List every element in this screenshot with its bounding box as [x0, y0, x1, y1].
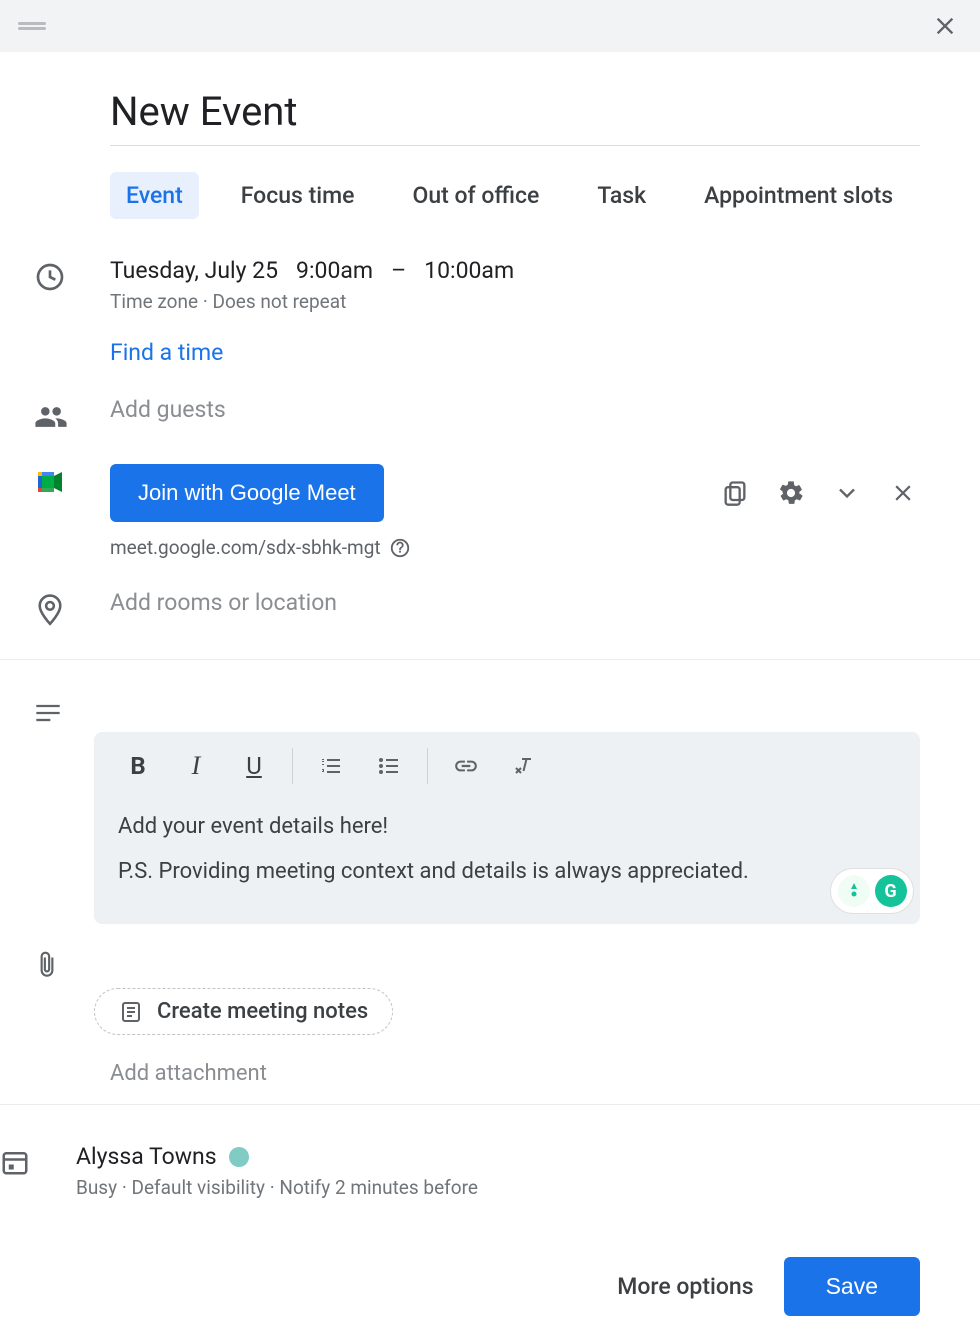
calendar-owner[interactable]: Alyssa Towns — [76, 1143, 217, 1170]
close-icon[interactable] — [928, 9, 962, 43]
chevron-down-icon[interactable] — [830, 476, 864, 510]
italic-button[interactable]: I — [176, 746, 216, 786]
event-type-tabs: Event Focus time Out of office Task Appo… — [34, 146, 920, 249]
description-box: B I U Add your event details here! P.S. … — [94, 732, 920, 924]
guests-icon — [34, 396, 110, 434]
tab-focus-time[interactable]: Focus time — [225, 172, 371, 219]
time-separator: – — [391, 257, 406, 284]
grammarly-widget[interactable]: G — [830, 868, 914, 914]
tab-task[interactable]: Task — [581, 172, 662, 219]
find-a-time-link[interactable]: Find a time — [110, 339, 920, 366]
attachment-icon — [34, 942, 94, 980]
google-meet-icon — [34, 464, 110, 496]
more-options-button[interactable]: More options — [617, 1273, 753, 1300]
save-button[interactable]: Save — [784, 1257, 920, 1316]
description-textarea[interactable]: Add your event details here! P.S. Provid… — [94, 800, 920, 924]
notes-icon — [119, 1000, 143, 1024]
availability-link[interactable]: Busy — [76, 1176, 117, 1199]
join-google-meet-button[interactable]: Join with Google Meet — [110, 464, 384, 522]
add-guests-input[interactable]: Add guests — [110, 396, 920, 423]
location-icon — [34, 589, 110, 629]
create-meeting-notes-button[interactable]: Create meeting notes — [94, 988, 393, 1035]
end-time[interactable]: 10:00am — [424, 257, 514, 284]
copy-icon[interactable] — [718, 476, 752, 510]
tab-event[interactable]: Event — [110, 172, 199, 219]
notification-link[interactable]: Notify 2 minutes before — [279, 1176, 478, 1199]
divider — [0, 659, 980, 660]
start-time[interactable]: 9:00am — [296, 257, 373, 284]
meet-url-text[interactable]: meet.google.com/sdx-sbhk-mgt — [110, 536, 381, 559]
visibility-link[interactable]: Default visibility — [132, 1176, 266, 1199]
create-notes-label: Create meeting notes — [157, 999, 368, 1024]
event-title-input[interactable]: New Event — [34, 52, 920, 145]
remove-meet-icon[interactable] — [886, 476, 920, 510]
link-button[interactable] — [446, 746, 486, 786]
clear-formatting-button[interactable] — [504, 746, 544, 786]
description-line1: Add your event details here! — [118, 810, 896, 843]
tab-appointment-slots[interactable]: Appointment slots — [688, 172, 909, 219]
help-icon[interactable] — [389, 537, 411, 559]
bulleted-list-button[interactable] — [369, 746, 409, 786]
underline-button[interactable]: U — [234, 746, 274, 786]
format-toolbar: B I U — [94, 732, 920, 800]
timezone-link[interactable]: Time zone — [110, 290, 198, 313]
settings-icon[interactable] — [774, 476, 808, 510]
description-line2: P.S. Providing meeting context and detai… — [118, 855, 896, 888]
repeat-link[interactable]: Does not repeat — [213, 290, 347, 313]
add-attachment-link[interactable]: Add attachment — [110, 1061, 920, 1086]
calendar-color-dot[interactable] — [229, 1147, 249, 1167]
tab-out-of-office[interactable]: Out of office — [396, 172, 555, 219]
drag-handle-icon[interactable] — [18, 22, 46, 30]
location-input[interactable]: Add rooms or location — [110, 589, 920, 616]
calendar-icon — [0, 1143, 76, 1177]
date-text[interactable]: Tuesday, July 25 — [110, 257, 278, 284]
clock-icon — [34, 257, 110, 293]
bold-button[interactable]: B — [118, 746, 158, 786]
description-icon — [34, 688, 94, 724]
divider — [0, 1104, 980, 1105]
numbered-list-button[interactable] — [311, 746, 351, 786]
